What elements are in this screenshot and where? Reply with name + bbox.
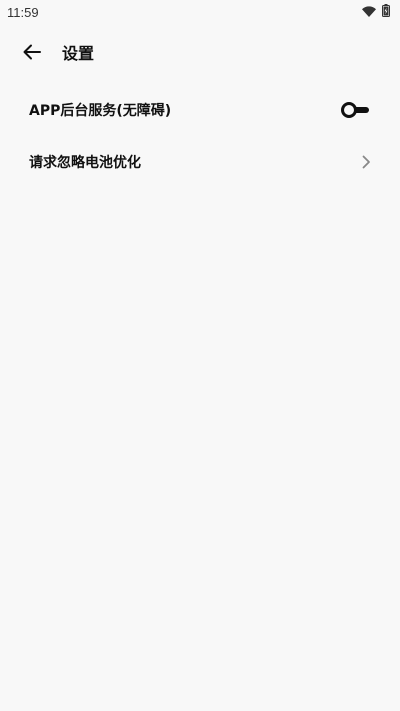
status-time: 11:59 (7, 4, 39, 20)
chevron-right-icon (359, 153, 373, 171)
setting-label: APP后台服务(无障碍) (29, 103, 172, 119)
wifi-icon (362, 5, 376, 20)
setting-app-background-service[interactable]: APP后台服务(无障碍) (0, 84, 400, 136)
back-button[interactable] (17, 37, 47, 67)
setting-ignore-battery-optimization[interactable]: 请求忽略电池优化 (0, 136, 400, 188)
status-icons (362, 4, 390, 20)
status-bar: 11:59 (0, 0, 400, 24)
settings-list: APP后台服务(无障碍) 请求忽略电池优化 (0, 84, 400, 188)
accessibility-service-toggle[interactable] (341, 101, 373, 119)
setting-label: 请求忽略电池优化 (29, 155, 141, 171)
app-bar: 设置 (0, 28, 400, 76)
battery-charging-icon (382, 4, 390, 20)
toggle-thumb (341, 102, 357, 118)
page-title: 设置 (62, 44, 95, 63)
arrow-left-icon (23, 44, 41, 60)
